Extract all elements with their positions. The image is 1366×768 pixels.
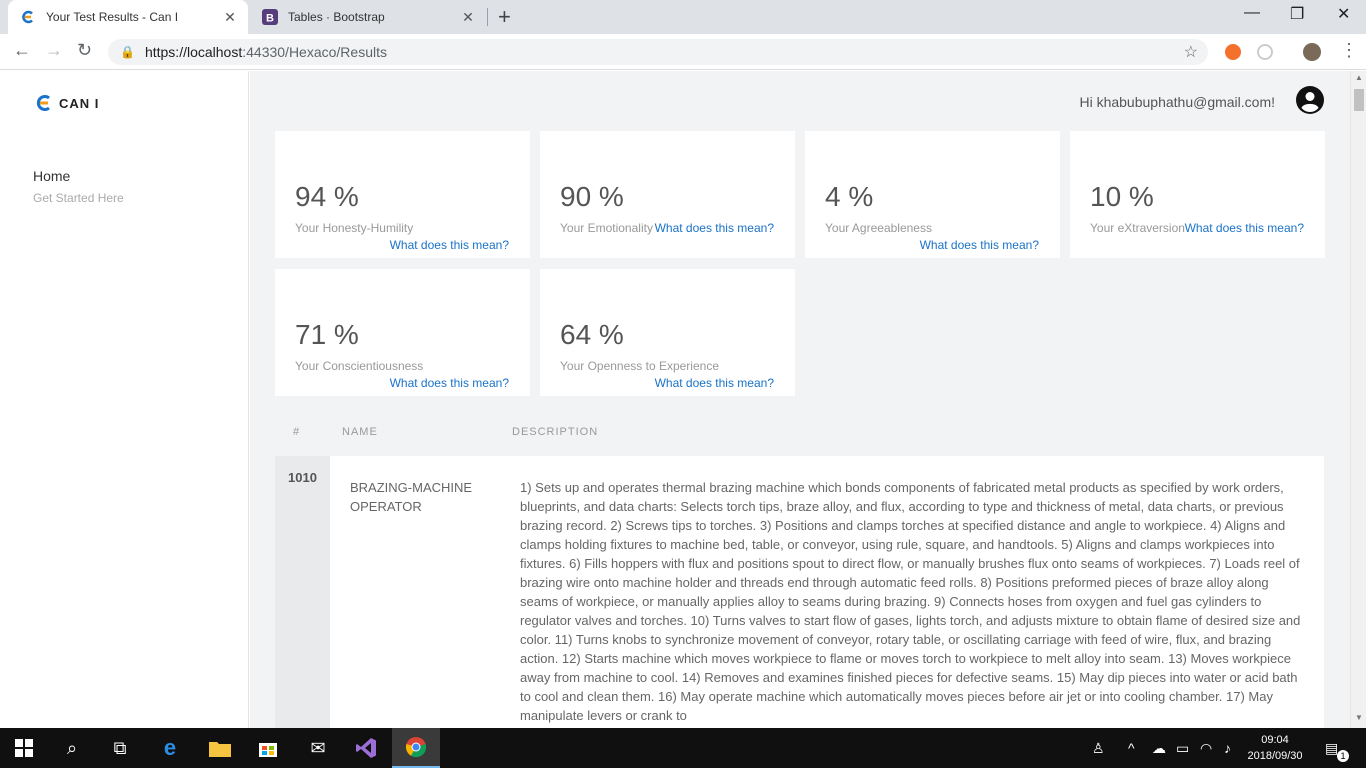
search-icon[interactable]: ⌕ <box>48 728 96 768</box>
scroll-down-icon[interactable]: ▼ <box>1355 713 1363 722</box>
bootstrap-favicon-icon: B <box>262 9 278 25</box>
task-view-icon[interactable]: ⧉ <box>96 728 144 768</box>
new-tab-icon[interactable]: + <box>498 4 511 30</box>
scrollbar-thumb[interactable] <box>1354 89 1364 111</box>
url-host: https://localhost <box>144 44 243 60</box>
score-card-emotionality: 90 % Your Emotionality What does this me… <box>540 131 795 258</box>
store-icon[interactable] <box>244 728 292 768</box>
what-does-this-mean-link[interactable]: What does this mean? <box>655 376 774 390</box>
what-does-this-mean-link[interactable]: What does this mean? <box>920 238 1039 252</box>
minimize-icon[interactable]: — <box>1244 4 1260 22</box>
score-percent: 64 % <box>560 319 624 350</box>
browser-toolbar: ← → ↻ 🔒 https://localhost :44330/Hexaco/… <box>0 34 1366 70</box>
score-card-openness: 64 % Your Openness to Experience What do… <box>540 269 795 396</box>
clock-date: 2018/09/30 <box>1247 750 1303 762</box>
table-row: 1010 BRAZING-MACHINE OPERATOR 1) Sets up… <box>275 456 1324 728</box>
profile-avatar-icon[interactable] <box>1303 43 1321 61</box>
mail-icon[interactable]: ✉ <box>294 728 342 768</box>
notification-count-badge: 1 <box>1337 750 1349 762</box>
what-does-this-mean-link[interactable]: What does this mean? <box>1185 221 1304 235</box>
tab-title: Your Test Results - Can I <box>46 10 179 24</box>
table-header: # NAME DESCRIPTION <box>275 426 1324 456</box>
close-tab-icon[interactable]: ✕ <box>460 9 476 26</box>
score-percent: 71 % <box>295 319 359 350</box>
scroll-up-icon[interactable]: ▲ <box>1355 73 1363 82</box>
score-label: Your Agreeableness <box>825 221 932 235</box>
logo-icon <box>36 95 50 111</box>
row-name: BRAZING-MACHINE OPERATOR <box>350 480 473 514</box>
row-description: 1) Sets up and operates thermal brazing … <box>520 480 1301 723</box>
bookmark-star-icon[interactable]: ☆ <box>1184 42 1198 62</box>
row-number: 1010 <box>275 456 330 728</box>
score-percent: 90 % <box>560 181 624 212</box>
lock-icon: 🔒 <box>120 45 135 59</box>
page-scrollbar[interactable]: ▲ ▼ <box>1350 71 1366 728</box>
column-header-name: NAME <box>342 426 378 438</box>
can-i-favicon-icon <box>20 9 36 25</box>
tab-title: Tables · Bootstrap <box>288 10 385 24</box>
svg-text:B: B <box>266 13 274 25</box>
score-card-conscientiousness: 71 % Your Conscientiousness What does th… <box>275 269 530 396</box>
logo-text: CAN I <box>59 95 100 111</box>
main-content: Hi khabubuphathu@gmail.com! 94 % Your Ho… <box>250 71 1350 728</box>
sidebar-item-home-subtitle: Get Started Here <box>33 191 124 205</box>
score-card-agreeableness: 4 % Your Agreeableness What does this me… <box>805 131 1060 258</box>
clock-time: 09:04 <box>1261 734 1289 746</box>
edge-browser-icon[interactable]: e <box>146 728 194 768</box>
battery-icon[interactable]: ▭ <box>1176 740 1189 757</box>
reload-icon[interactable]: ↻ <box>77 40 92 61</box>
column-header-description: DESCRIPTION <box>512 426 599 438</box>
page-content: CAN I Home Get Started Here Hi khabubuph… <box>0 71 1366 728</box>
people-icon[interactable]: ♙ <box>1092 740 1105 757</box>
clock[interactable]: 09:04 2018/09/30 <box>1245 732 1305 764</box>
user-account-icon[interactable] <box>1296 86 1324 114</box>
user-greeting: Hi khabubuphathu@gmail.com! <box>1079 94 1275 110</box>
restore-icon[interactable]: ❐ <box>1290 4 1304 24</box>
visual-studio-icon[interactable] <box>342 728 390 768</box>
extension-icon[interactable] <box>1225 44 1241 60</box>
volume-icon[interactable]: ♪ <box>1224 740 1231 756</box>
close-tab-icon[interactable]: ✕ <box>222 9 238 26</box>
logo[interactable]: CAN I <box>35 95 99 111</box>
onedrive-cloud-icon[interactable]: ☁ <box>1152 740 1166 757</box>
score-label: Your Conscientiousness <box>295 359 424 373</box>
address-bar[interactable]: 🔒 https://localhost :44330/Hexaco/Result… <box>108 39 1208 65</box>
extension-icon[interactable] <box>1257 44 1273 60</box>
windows-start-icon[interactable] <box>0 728 48 768</box>
tab-separator <box>487 8 488 26</box>
tab-tables-bootstrap[interactable]: B Tables · Bootstrap ✕ <box>250 0 486 34</box>
score-label: Your Openness to Experience <box>560 359 719 373</box>
close-window-icon[interactable]: ✕ <box>1337 4 1350 24</box>
score-card-honesty-humility: 94 % Your Honesty-Humility What does thi… <box>275 131 530 258</box>
tab-your-test-results[interactable]: Your Test Results - Can I ✕ <box>8 0 248 34</box>
score-label: Your Honesty-Humility <box>295 221 414 235</box>
file-explorer-icon[interactable] <box>196 728 244 768</box>
score-percent: 10 % <box>1090 181 1154 212</box>
score-label: Your eXtraversion <box>1090 221 1185 235</box>
sidebar: CAN I Home Get Started Here <box>0 71 249 728</box>
sidebar-item-home[interactable]: Home <box>33 168 70 184</box>
score-card-extraversion: 10 % Your eXtraversion What does this me… <box>1070 131 1325 258</box>
windows-taskbar: ⌕ ⧉ e ✉ ♙ ^ ☁ ▭ ◠ ♪ 09:04 2018/09/30 ▤ 1 <box>0 728 1366 768</box>
score-percent: 94 % <box>295 181 359 212</box>
back-icon[interactable]: ← <box>13 40 31 61</box>
forward-icon[interactable]: → <box>45 40 63 61</box>
url-path: :44330/Hexaco/Results <box>242 44 387 60</box>
what-does-this-mean-link[interactable]: What does this mean? <box>390 238 509 252</box>
chrome-icon[interactable] <box>392 728 440 768</box>
wifi-icon[interactable]: ◠ <box>1200 740 1212 757</box>
column-header-number: # <box>293 426 301 438</box>
score-percent: 4 % <box>825 181 874 212</box>
what-does-this-mean-link[interactable]: What does this mean? <box>655 221 774 235</box>
score-label: Your Emotionality <box>560 221 653 235</box>
menu-kebab-icon[interactable]: ⋮ <box>1340 40 1358 61</box>
what-does-this-mean-link[interactable]: What does this mean? <box>390 376 509 390</box>
show-hidden-icons-icon[interactable]: ^ <box>1128 740 1135 756</box>
browser-tabbar: Your Test Results - Can I ✕ B Tables · B… <box>0 0 1366 34</box>
